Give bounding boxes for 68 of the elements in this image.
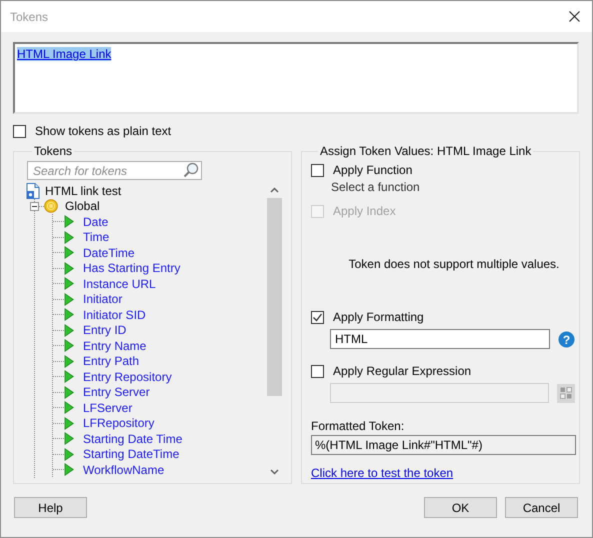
checkbox-label: Apply Regular Expression	[333, 364, 472, 378]
panel-title: Tokens	[33, 144, 74, 158]
play-icon	[64, 246, 74, 260]
grid-icon	[560, 387, 572, 399]
checkbox[interactable]	[311, 364, 324, 378]
document-icon	[26, 182, 40, 199]
play-icon	[64, 292, 74, 306]
formatted-token-label: Formatted Token:	[311, 419, 406, 433]
play-icon	[64, 230, 74, 244]
tree-item-label[interactable]: Entry Name	[83, 338, 146, 353]
play-icon	[64, 339, 74, 352]
panel-title: Assign Token Values: HTML Image Link	[319, 144, 532, 158]
play-icon	[64, 432, 74, 446]
tree-item-label[interactable]: Entry Path	[83, 354, 140, 368]
coin-icon	[44, 199, 58, 214]
play-icon	[64, 401, 74, 414]
checkbox-label: Apply Function	[333, 163, 412, 177]
play-icon	[64, 386, 74, 399]
token-text: HTML Image Link	[17, 47, 112, 61]
checkbox[interactable]	[311, 310, 324, 324]
function-hint: Select a function	[331, 180, 421, 196]
format-field[interactable]: HTML	[330, 329, 550, 349]
play-icon	[64, 215, 74, 228]
play-icon	[64, 324, 74, 337]
cancel-button[interactable]: Cancel	[505, 497, 578, 518]
checkbox[interactable]	[311, 164, 324, 176]
tree-item-label[interactable]: LFServer	[83, 400, 132, 415]
checkbox-label: Apply Formatting	[333, 310, 424, 324]
play-icon	[64, 354, 74, 368]
tree-item-label[interactable]: LFRepository	[83, 416, 154, 430]
regex-field[interactable]	[330, 383, 550, 403]
play-icon	[64, 416, 74, 430]
collapse-toggle[interactable]	[30, 202, 39, 211]
tree-item-label[interactable]: Entry Server	[83, 385, 150, 400]
tree-item-label[interactable]: Starting Date Time	[83, 432, 182, 446]
play-icon	[64, 463, 74, 476]
tree-item-label[interactable]: Has Starting Entry	[83, 261, 180, 276]
tree-item-label[interactable]: Entry Repository	[83, 370, 172, 384]
play-icon	[64, 370, 74, 384]
formatted-token-field: %(HTML Image Link#"HTML"#)	[311, 435, 576, 455]
tree-item-label[interactable]: HTML link test	[45, 184, 122, 198]
tree-item-label[interactable]: Initiator	[83, 292, 122, 306]
help-button[interactable]: Help	[14, 497, 87, 518]
checkbox-label: Show tokens as plain text	[35, 124, 172, 138]
token-editor[interactable]: HTML Image Link	[13, 42, 579, 114]
checkbox[interactable]	[13, 124, 26, 138]
search-icon	[183, 162, 199, 178]
tree-item-label[interactable]: Initiator SID	[83, 308, 146, 322]
search-field[interactable]: Search for tokens	[27, 161, 202, 180]
test-token-link[interactable]: Click here to test the token	[311, 466, 454, 480]
window-title: Tokens	[10, 10, 48, 24]
tree-item-label[interactable]: Time	[83, 230, 110, 244]
checkbox-label: Apply Index	[333, 204, 396, 218]
play-icon	[64, 262, 74, 275]
tree-item-label[interactable]: DateTime	[83, 246, 135, 260]
play-icon	[64, 277, 74, 290]
tree-item-label[interactable]: Date	[83, 214, 108, 229]
play-icon	[64, 448, 74, 461]
tree-item-label[interactable]: Entry ID	[83, 323, 126, 338]
close-icon[interactable]	[569, 11, 580, 22]
ok-button[interactable]: OK	[424, 497, 497, 518]
play-icon	[64, 308, 74, 322]
help-icon[interactable]: ?	[558, 330, 575, 348]
tree-item-label[interactable]: Global	[65, 199, 100, 214]
info-message: Token does not support multiple values.	[348, 257, 560, 271]
tree-item-label[interactable]: Starting DateTime	[83, 447, 180, 462]
tree-item-label[interactable]: WorkflowName	[83, 462, 164, 477]
tree-item-label[interactable]: Instance URL	[83, 276, 156, 291]
